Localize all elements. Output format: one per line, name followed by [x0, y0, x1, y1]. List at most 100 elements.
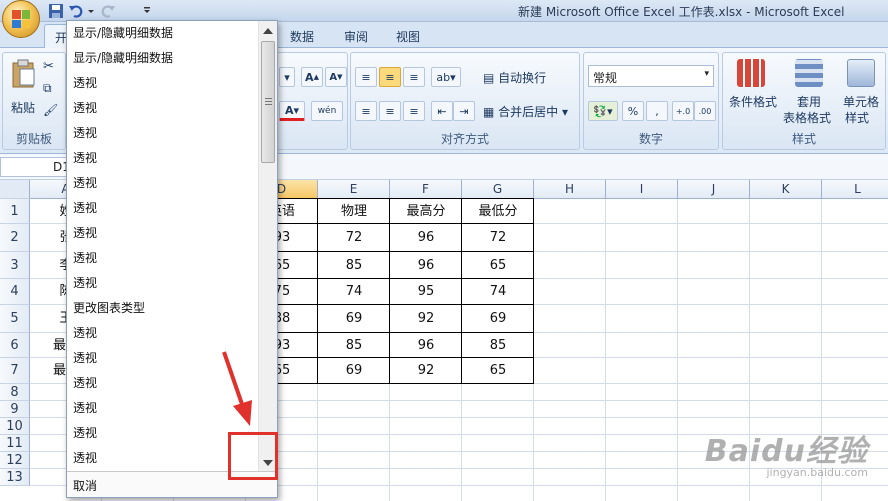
- cell-g2[interactable]: 72: [462, 224, 534, 252]
- row-header-8[interactable]: 8: [0, 384, 30, 401]
- orientation-icon[interactable]: ab▾: [431, 67, 461, 87]
- cell-g3[interactable]: 65: [462, 252, 534, 279]
- cell-e1[interactable]: 物理: [318, 199, 390, 224]
- cell-e3[interactable]: 85: [318, 252, 390, 279]
- wrap-text-button[interactable]: ▤ 自动换行: [483, 69, 546, 86]
- row-header-13[interactable]: 13: [0, 469, 30, 486]
- undo-history-item[interactable]: 透视: [67, 71, 257, 96]
- undo-history-item[interactable]: 透视: [67, 171, 257, 196]
- cell-e6[interactable]: 85: [318, 333, 390, 358]
- cell-f2[interactable]: 96: [390, 224, 462, 252]
- undo-dropdown-arrow-icon[interactable]: [86, 3, 96, 19]
- conditional-formatting-label[interactable]: 条件格式: [729, 93, 777, 110]
- align-middle-icon[interactable]: ≡: [379, 67, 401, 87]
- cell-g1[interactable]: 最低分: [462, 199, 534, 224]
- currency-format-icon[interactable]: 💱▾: [588, 101, 618, 121]
- column-header-i[interactable]: I: [606, 180, 678, 199]
- row-header-9[interactable]: 9: [0, 401, 30, 418]
- align-right-icon[interactable]: ≡: [403, 101, 425, 121]
- align-center-icon[interactable]: ≡: [379, 101, 401, 121]
- undo-history-item[interactable]: 显示/隐藏明细数据: [67, 46, 257, 71]
- format-as-table-label-1[interactable]: 套用: [797, 93, 821, 110]
- undo-history-item[interactable]: 更改图表类型: [67, 296, 257, 321]
- column-header-f[interactable]: F: [390, 180, 462, 199]
- paste-label[interactable]: 粘贴: [11, 99, 35, 116]
- undo-history-item[interactable]: 透视: [67, 321, 257, 346]
- comma-button[interactable]: ,: [646, 101, 668, 121]
- cell-g5[interactable]: 69: [462, 305, 534, 333]
- cell-g4[interactable]: 74: [462, 279, 534, 305]
- merge-center-button[interactable]: ▦ 合并后居中 ▾: [483, 103, 568, 120]
- undo-history-item[interactable]: 透视: [67, 146, 257, 171]
- phonetic-guide-icon[interactable]: wén: [311, 101, 343, 121]
- font-color-icon[interactable]: A ▾: [279, 101, 305, 121]
- cell-styles-label-1[interactable]: 单元格: [843, 93, 879, 110]
- cell-e5[interactable]: 69: [318, 305, 390, 333]
- format-as-table-icon[interactable]: [795, 59, 823, 87]
- row-header-6[interactable]: 6: [0, 333, 30, 358]
- cell-styles-label-2[interactable]: 样式: [845, 109, 869, 126]
- column-header-k[interactable]: K: [750, 180, 822, 199]
- redo-icon[interactable]: [100, 3, 116, 19]
- undo-history-item[interactable]: 显示/隐藏明细数据: [67, 21, 257, 46]
- decrease-indent-icon[interactable]: ⇤: [431, 101, 453, 121]
- row-header-2[interactable]: 2: [0, 224, 30, 252]
- increase-indent-icon[interactable]: ⇥: [453, 101, 475, 121]
- column-header-e[interactable]: E: [318, 180, 390, 199]
- dropdown-scrollbar[interactable]: [258, 21, 277, 473]
- undo-history-item[interactable]: 透视: [67, 246, 257, 271]
- row-header-12[interactable]: 12: [0, 452, 30, 469]
- select-all-corner[interactable]: [0, 180, 30, 199]
- cut-icon[interactable]: ✂: [43, 59, 54, 74]
- copy-icon[interactable]: ⧉: [43, 81, 52, 96]
- percent-button[interactable]: %: [622, 101, 644, 121]
- cell-f1[interactable]: 最高分: [390, 199, 462, 224]
- number-format-combo[interactable]: 常规 ▾: [588, 65, 714, 87]
- scrollbar-thumb[interactable]: [261, 41, 275, 163]
- cell-g6[interactable]: 85: [462, 333, 534, 358]
- decrease-decimal-icon[interactable]: .00: [694, 101, 716, 121]
- align-left-icon[interactable]: ≡: [355, 101, 377, 121]
- undo-history-item[interactable]: 透视: [67, 221, 257, 246]
- row-header-4[interactable]: 4: [0, 279, 30, 305]
- grow-font-icon[interactable]: A ▲: [301, 67, 323, 87]
- tab-data[interactable]: 数据: [290, 28, 314, 45]
- cell-f5[interactable]: 92: [390, 305, 462, 333]
- row-header-11[interactable]: 11: [0, 435, 30, 452]
- undo-history-item[interactable]: 透视: [67, 96, 257, 121]
- undo-history-item[interactable]: 透视: [67, 196, 257, 221]
- cell-f7[interactable]: 92: [390, 358, 462, 384]
- tab-view[interactable]: 视图: [396, 28, 420, 45]
- cell-f6[interactable]: 96: [390, 333, 462, 358]
- paste-icon[interactable]: [11, 59, 37, 89]
- conditional-formatting-icon[interactable]: [737, 59, 765, 87]
- format-as-table-label-2[interactable]: 表格格式: [783, 109, 831, 126]
- cell-e4[interactable]: 74: [318, 279, 390, 305]
- row-header-7[interactable]: 7: [0, 358, 30, 384]
- column-header-j[interactable]: J: [678, 180, 750, 199]
- cell-styles-icon[interactable]: [847, 59, 875, 87]
- undo-history-item[interactable]: 透视: [67, 271, 257, 296]
- undo-history-item[interactable]: 透视: [67, 121, 257, 146]
- align-top-icon[interactable]: ≡: [355, 67, 377, 87]
- cell-e2[interactable]: 72: [318, 224, 390, 252]
- row-header-1[interactable]: 1: [0, 199, 30, 224]
- format-painter-icon[interactable]: 🖌: [43, 103, 58, 117]
- column-header-l[interactable]: L: [822, 180, 888, 199]
- row-header-10[interactable]: 10: [0, 418, 30, 435]
- increase-decimal-icon[interactable]: +.0: [672, 101, 694, 121]
- cell-f3[interactable]: 96: [390, 252, 462, 279]
- customize-toolbar-icon[interactable]: [142, 3, 152, 19]
- column-header-g[interactable]: G: [462, 180, 534, 199]
- cell-e7[interactable]: 69: [318, 358, 390, 384]
- shrink-font-icon[interactable]: A ▼: [325, 67, 347, 87]
- font-size-dropdown-icon[interactable]: ▾: [279, 67, 295, 87]
- cell-f4[interactable]: 95: [390, 279, 462, 305]
- row-header-5[interactable]: 5: [0, 305, 30, 333]
- align-bottom-icon[interactable]: ≡: [403, 67, 425, 87]
- cell-g7[interactable]: 65: [462, 358, 534, 384]
- scroll-up-arrow-icon[interactable]: [263, 28, 273, 34]
- office-button[interactable]: [2, 0, 40, 38]
- tab-review[interactable]: 审阅: [344, 28, 368, 45]
- row-header-3[interactable]: 3: [0, 252, 30, 279]
